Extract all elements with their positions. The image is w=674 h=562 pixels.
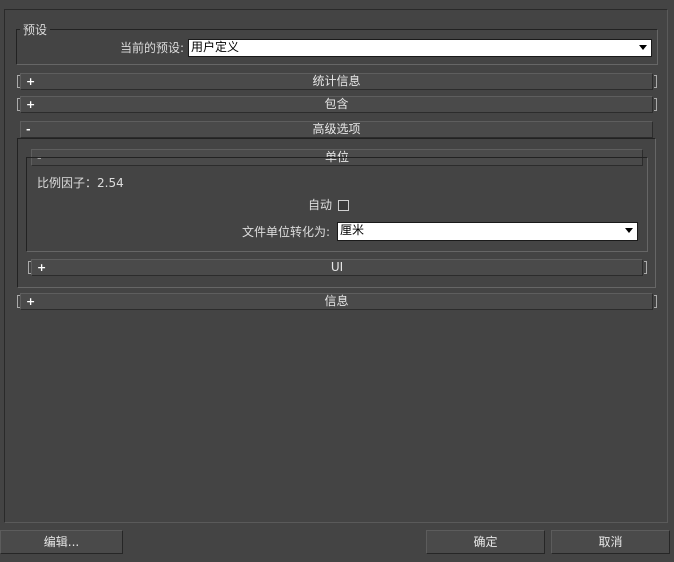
rollout-bracket-right <box>654 75 657 88</box>
rollout-bracket-right <box>654 295 657 308</box>
rollout-info[interactable]: + 信息 <box>20 293 653 310</box>
ok-button[interactable]: 确定 <box>426 530 545 554</box>
rollout-statistics-title: 统计信息 <box>312 74 361 88</box>
edit-button[interactable]: 编辑... <box>0 530 123 554</box>
rollout-statistics[interactable]: + 统计信息 <box>20 73 653 90</box>
rollout-ui-title: UI <box>330 260 344 274</box>
convert-units-dropdown[interactable]: 厘米 <box>337 222 638 241</box>
chevron-down-icon <box>625 228 633 233</box>
preset-dropdown[interactable]: 用户定义 <box>188 39 652 57</box>
rollout-info-title: 信息 <box>324 294 349 308</box>
rollout-include[interactable]: + 包含 <box>20 96 653 113</box>
preset-dropdown-value: 用户定义 <box>191 40 240 54</box>
rollout-advanced-options-title: 高级选项 <box>312 122 361 136</box>
current-preset-label: 当前的预设: <box>119 41 184 55</box>
convert-units-label: 文件单位转化为: <box>241 225 330 239</box>
rollout-bracket-right <box>644 261 647 274</box>
scale-factor-label: 比例因子：2.54 <box>37 176 124 190</box>
convert-units-value: 厘米 <box>340 223 365 237</box>
rollout-bracket-right <box>654 98 657 111</box>
rollout-include-title: 包含 <box>324 97 349 111</box>
cancel-button[interactable]: 取消 <box>551 530 670 554</box>
rollout-ui[interactable]: + UI <box>31 259 643 276</box>
auto-checkbox[interactable] <box>338 200 349 211</box>
chevron-down-icon <box>639 45 647 50</box>
preset-group-title: 预设 <box>20 22 51 38</box>
auto-label: 自动 <box>307 198 332 212</box>
rollout-advanced-options[interactable]: - 高级选项 <box>20 121 653 138</box>
